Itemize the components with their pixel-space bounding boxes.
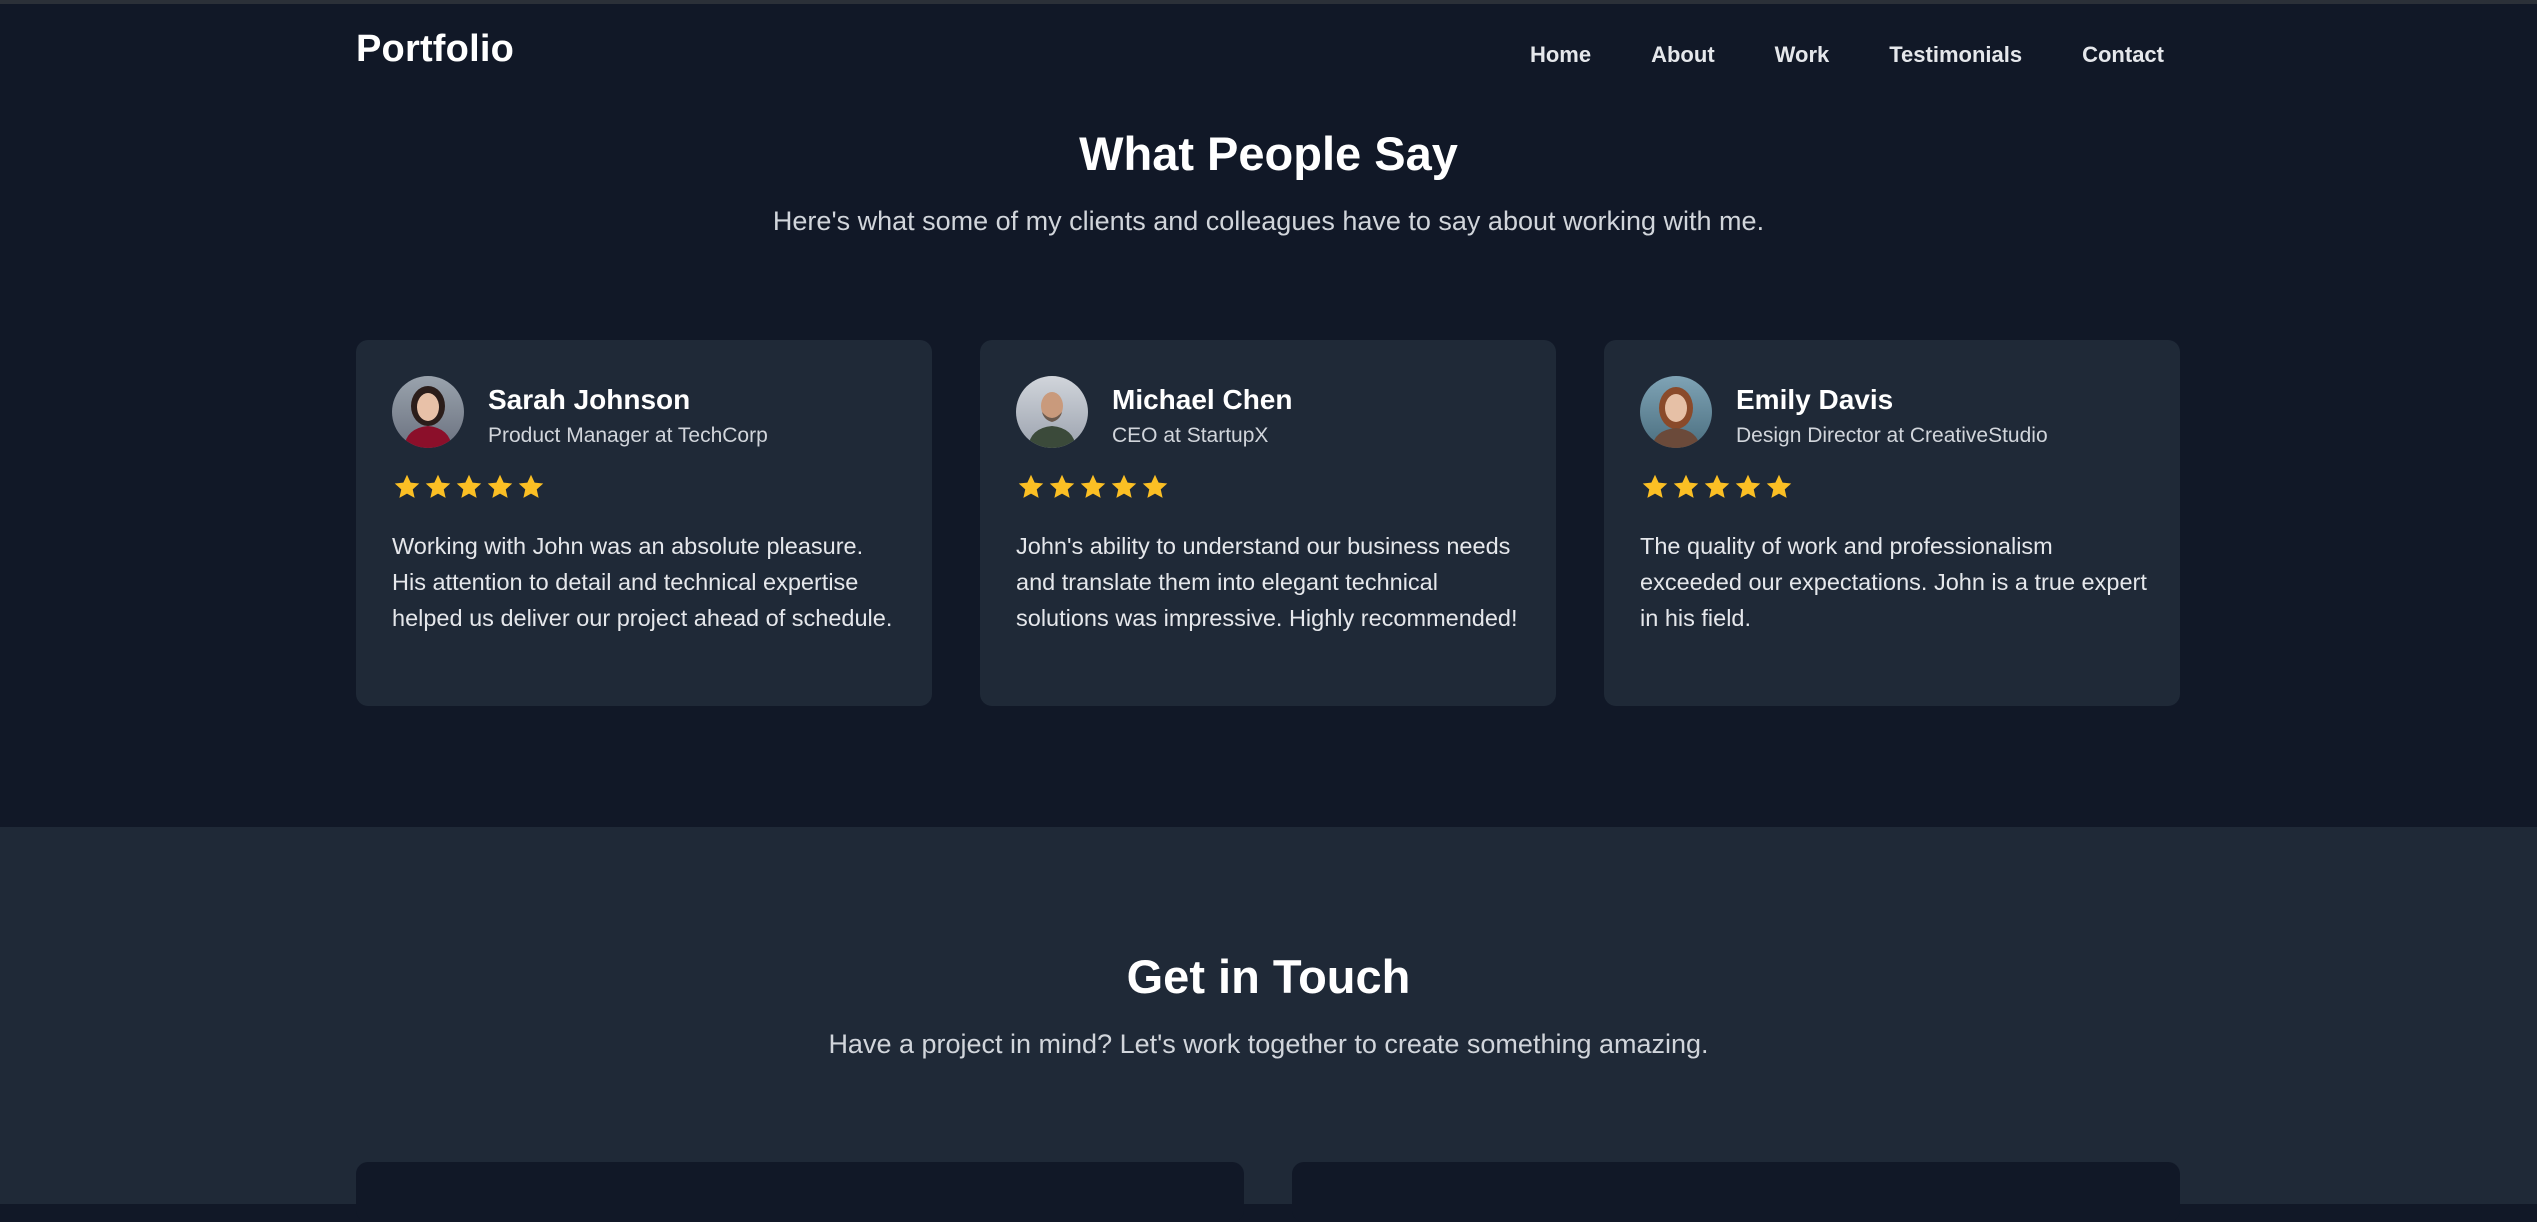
star-icon xyxy=(1018,474,1044,498)
star-icon xyxy=(394,474,420,498)
avatar xyxy=(392,376,464,448)
nav-link-testimonials[interactable]: Testimonials xyxy=(1889,42,2022,68)
testimonial-quote: John's ability to understand our busines… xyxy=(1016,533,1518,631)
nav-link-home[interactable]: Home xyxy=(1530,42,1591,68)
brand-logo[interactable]: Portfolio xyxy=(356,28,514,71)
avatar xyxy=(1016,376,1088,448)
star-icon xyxy=(1673,474,1699,498)
contact-title: Get in Touch xyxy=(1126,950,1411,1003)
testimonials-title: What People Say xyxy=(1079,127,1458,180)
star-icon xyxy=(487,474,513,498)
navbar: Portfolio Home About Work Testimonials C… xyxy=(0,4,2537,104)
testimonial-card: Emily Davis Design Director at CreativeS… xyxy=(1604,340,2180,706)
star-icon xyxy=(1080,474,1106,498)
testimonial-card: Sarah Johnson Product Manager at TechCor… xyxy=(356,340,932,706)
star-icon xyxy=(1049,474,1075,498)
person-name: Sarah Johnson xyxy=(488,384,691,415)
rating-stars xyxy=(392,472,546,502)
star-icon xyxy=(518,474,544,498)
contact-section: Get in Touch Have a project in mind? Let… xyxy=(0,827,2537,1222)
contact-subtitle: Have a project in mind? Let's work toget… xyxy=(828,1029,1709,1059)
rating-stars xyxy=(1016,472,1170,502)
person-name: Emily Davis xyxy=(1736,384,1894,415)
star-icon xyxy=(1735,474,1761,498)
testimonial-quote: Working with John was an absolute pleasu… xyxy=(392,533,893,631)
rating-stars xyxy=(1640,472,1794,502)
star-icon xyxy=(456,474,482,498)
avatar xyxy=(1640,376,1712,448)
nav-links: Home About Work Testimonials Contact xyxy=(1530,42,2164,68)
nav-link-contact[interactable]: Contact xyxy=(2082,42,2164,68)
person-role: Design Director at CreativeStudio xyxy=(1736,424,2048,447)
star-icon xyxy=(425,474,451,498)
person-role: CEO at StartupX xyxy=(1112,424,1269,447)
star-icon xyxy=(1642,474,1668,498)
testimonial-quote: The quality of work and professionalism … xyxy=(1640,533,2147,631)
star-icon xyxy=(1111,474,1137,498)
testimonials-section: What People Say Here's what some of my c… xyxy=(0,104,2537,827)
star-icon xyxy=(1704,474,1730,498)
person-role: Product Manager at TechCorp xyxy=(488,424,768,447)
contact-form-card xyxy=(1292,1162,2180,1222)
testimonials-subtitle: Here's what some of my clients and colle… xyxy=(772,206,1765,236)
person-name: Michael Chen xyxy=(1112,384,1293,415)
star-icon xyxy=(1766,474,1792,498)
nav-link-about[interactable]: About xyxy=(1651,42,1715,68)
testimonial-cards: Sarah Johnson Product Manager at TechCor… xyxy=(356,340,2180,706)
contact-info-card xyxy=(356,1162,1244,1222)
star-icon xyxy=(1142,474,1168,498)
nav-link-work[interactable]: Work xyxy=(1775,42,1830,68)
testimonial-card: Michael Chen CEO at StartupX John's abil… xyxy=(980,340,1556,706)
